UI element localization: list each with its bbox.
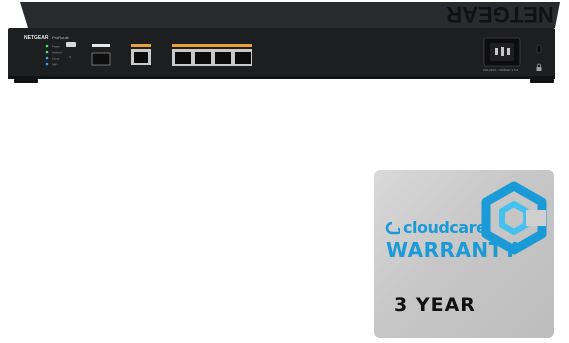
front-model-text: ProRoute bbox=[52, 35, 70, 40]
warranty-term: 3 YEAR bbox=[394, 294, 476, 316]
led-wifi bbox=[45, 62, 49, 66]
router-front-panel bbox=[8, 28, 555, 78]
router-illustration: NETGEAR NETGEAR ProRoute Power Internet … bbox=[8, 2, 560, 83]
power-inlet bbox=[483, 37, 521, 67]
security-slot bbox=[536, 44, 542, 54]
pinhole bbox=[68, 55, 72, 59]
led-cloud bbox=[45, 56, 49, 60]
led-label: Power bbox=[52, 44, 60, 48]
led-internet bbox=[45, 50, 49, 54]
led-label: WiFi bbox=[52, 62, 58, 66]
router-device-image: NETGEAR NETGEAR ProRoute Power Internet … bbox=[0, 0, 569, 100]
cloud-icon bbox=[384, 221, 400, 235]
led-label: Cloud bbox=[52, 56, 60, 60]
cloudcare-brand: cloudcare bbox=[384, 218, 487, 237]
reset-button bbox=[66, 42, 76, 47]
led-label: Internet bbox=[52, 50, 62, 54]
brand-text: cloudcare bbox=[403, 218, 487, 237]
warranty-title: WARRANTY bbox=[386, 238, 518, 262]
power-rating-text: 100-240V ~ 50/60Hz 1.5 A bbox=[483, 68, 518, 72]
top-logo-text: NETGEAR bbox=[446, 2, 554, 27]
front-brand-text: NETGEAR bbox=[24, 35, 49, 41]
warranty-badge: cloudcare WARRANTY 3 YEAR bbox=[374, 170, 554, 338]
led-power bbox=[45, 44, 49, 48]
